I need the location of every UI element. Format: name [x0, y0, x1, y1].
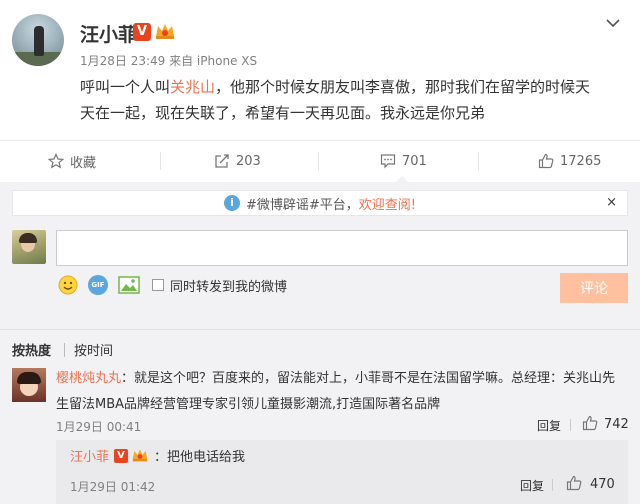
author-avatar[interactable]	[12, 14, 64, 66]
thumbs-up-icon	[538, 153, 554, 169]
favorite-button[interactable]: 收藏	[48, 141, 96, 181]
sort-bar: 按热度 按时间	[0, 329, 640, 359]
comment-section: i #微博辟谣#平台， 欢迎查阅! × GIF 同时转发到我的微博 评论 按热度 …	[0, 182, 640, 504]
sort-by-hot-tab[interactable]: 按热度	[12, 340, 51, 359]
star-icon	[48, 153, 64, 169]
sort-by-time-tab[interactable]: 按时间	[74, 340, 113, 359]
vip-badge-icon[interactable]: V	[114, 449, 128, 463]
chevron-down-icon[interactable]	[606, 18, 620, 28]
comment-input[interactable]	[56, 230, 628, 266]
reply-time: 1月29日 01:42	[70, 480, 156, 494]
close-icon[interactable]: ×	[606, 195, 617, 210]
vip-badge-icon[interactable]: V	[133, 23, 151, 41]
repost-icon	[215, 154, 229, 168]
notice-text: #微博辟谣#平台，	[245, 197, 359, 213]
notice-link[interactable]: 欢迎查阅!	[359, 194, 416, 213]
favorite-label: 收藏	[70, 155, 97, 171]
post-body: 呼叫一个人叫关兆山，他那个时候女朋友叫李喜傲，那时我们在留学的时候天天在一起，现…	[80, 74, 600, 126]
comment-body: ：就是这个吧？百度来的，留法能对上，小菲哥不是在法国留学嘛。总经理：关兆山先生留…	[56, 371, 616, 412]
thumbs-up-icon[interactable]	[582, 415, 598, 431]
submit-comment-button[interactable]: 评论	[560, 273, 628, 303]
comment-icon	[380, 154, 396, 169]
reply-text: ：把他电话给我	[154, 450, 246, 465]
comment-button[interactable]: 701	[380, 141, 427, 181]
post-meta: 1月28日 23:49 来自 iPhone XS	[80, 54, 258, 68]
reply-button[interactable]: 回复	[520, 477, 544, 494]
reply-button[interactable]: 回复	[537, 417, 561, 434]
comment-text: 樱桃炖丸丸：就是这个吧？百度来的，留法能对上，小菲哥不是在法国留学嘛。总经理：关…	[56, 366, 628, 418]
forward-checkbox[interactable]	[152, 279, 164, 291]
weibo-post: 汪小菲 V 1月28日 23:49 来自 iPhone XS 呼叫一个人叫关兆山…	[0, 0, 640, 140]
current-user-avatar[interactable]	[12, 230, 46, 264]
forward-label[interactable]: 同时转发到我的微博	[170, 276, 287, 295]
crown-badge-icon[interactable]	[131, 447, 149, 463]
comment-time: 1月29日 00:41	[56, 420, 142, 434]
active-tab-indicator	[395, 176, 409, 183]
action-bar: 收藏 203 701 17265	[0, 140, 640, 180]
emoji-icon[interactable]	[58, 275, 78, 295]
gif-icon[interactable]: GIF	[88, 275, 108, 295]
rumor-notice-banner[interactable]: i #微博辟谣#平台， 欢迎查阅! ×	[12, 190, 628, 216]
repost-count: 203	[236, 153, 261, 169]
post-body-text: 呼叫一个人叫	[80, 78, 171, 96]
commenter-name[interactable]: 樱桃炖丸丸	[56, 371, 121, 386]
reply-author-name[interactable]: 汪小菲	[70, 446, 109, 465]
info-icon: i	[223, 195, 240, 211]
image-icon[interactable]	[118, 276, 140, 294]
repost-button[interactable]: 203	[214, 141, 261, 181]
like-button[interactable]: 17265	[538, 141, 601, 181]
nested-reply: 汪小菲 V ：把他电话给我 1月29日 01:42 回复 470	[56, 440, 628, 504]
gif-label: GIF	[91, 281, 105, 289]
crown-badge-icon[interactable]	[154, 21, 176, 41]
thumbs-up-icon[interactable]	[566, 475, 582, 491]
comment-count: 701	[402, 153, 427, 169]
author-name[interactable]: 汪小菲	[80, 20, 137, 47]
commenter-avatar[interactable]	[12, 368, 46, 402]
comment-like-count: 742	[604, 417, 629, 432]
like-count: 17265	[560, 153, 602, 169]
mention-link[interactable]: 关兆山	[170, 78, 215, 96]
reply-like-count: 470	[590, 477, 615, 492]
